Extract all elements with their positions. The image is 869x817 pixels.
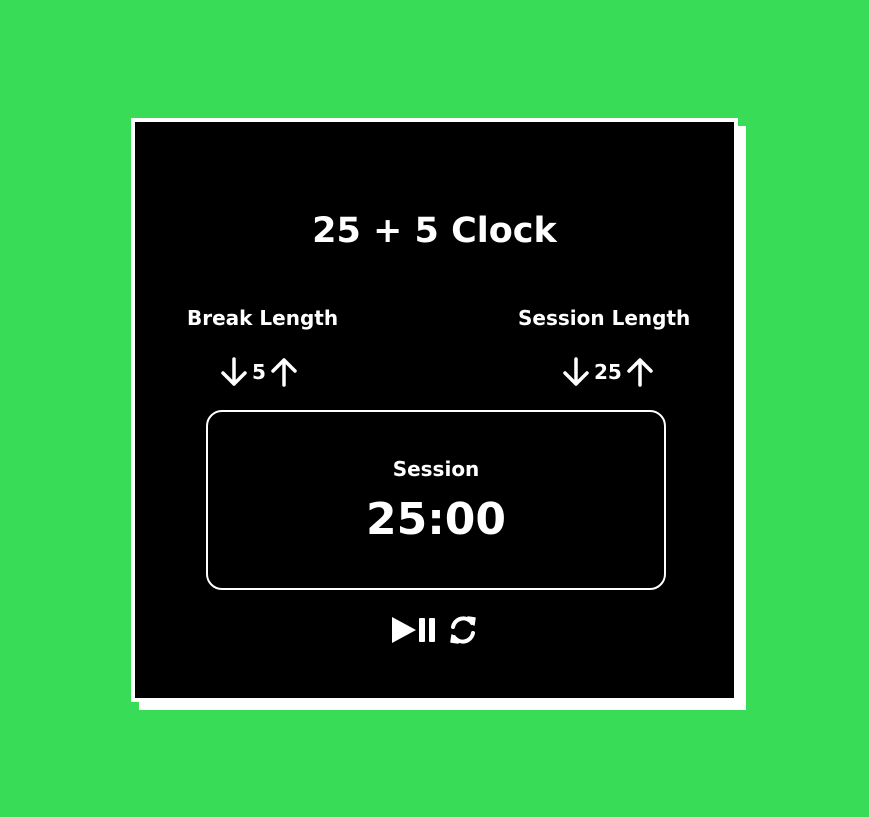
break-controls: 5 (220, 354, 298, 390)
session-controls: 25 (562, 354, 654, 390)
start-stop-button[interactable] (391, 615, 437, 645)
refresh-icon (450, 616, 476, 644)
arrow-up-icon (627, 358, 653, 387)
timer-label: Session (392, 457, 480, 481)
timer-display: Session 25:00 (206, 410, 666, 590)
break-label: Break Length (187, 306, 339, 330)
session-label: Session Length (518, 306, 691, 330)
app-title: 25 + 5 Clock (312, 211, 557, 251)
session-increment-button[interactable] (626, 356, 654, 388)
session-length-value: 25 (594, 360, 622, 384)
arrow-down-icon (563, 357, 589, 386)
arrow-up-icon (271, 358, 297, 387)
reset-button[interactable] (447, 614, 479, 646)
session-decrement-button[interactable] (562, 356, 590, 388)
time-left: 25:00 (365, 494, 507, 545)
break-decrement-button[interactable] (220, 356, 248, 388)
clock-card: 25 + 5 Clock Break Length Session Length… (131, 118, 738, 702)
play-pause-icon (392, 617, 435, 643)
timer-controls (391, 614, 479, 646)
arrow-down-icon (221, 357, 247, 386)
break-increment-button[interactable] (270, 356, 298, 388)
break-length-value: 5 (252, 360, 266, 384)
